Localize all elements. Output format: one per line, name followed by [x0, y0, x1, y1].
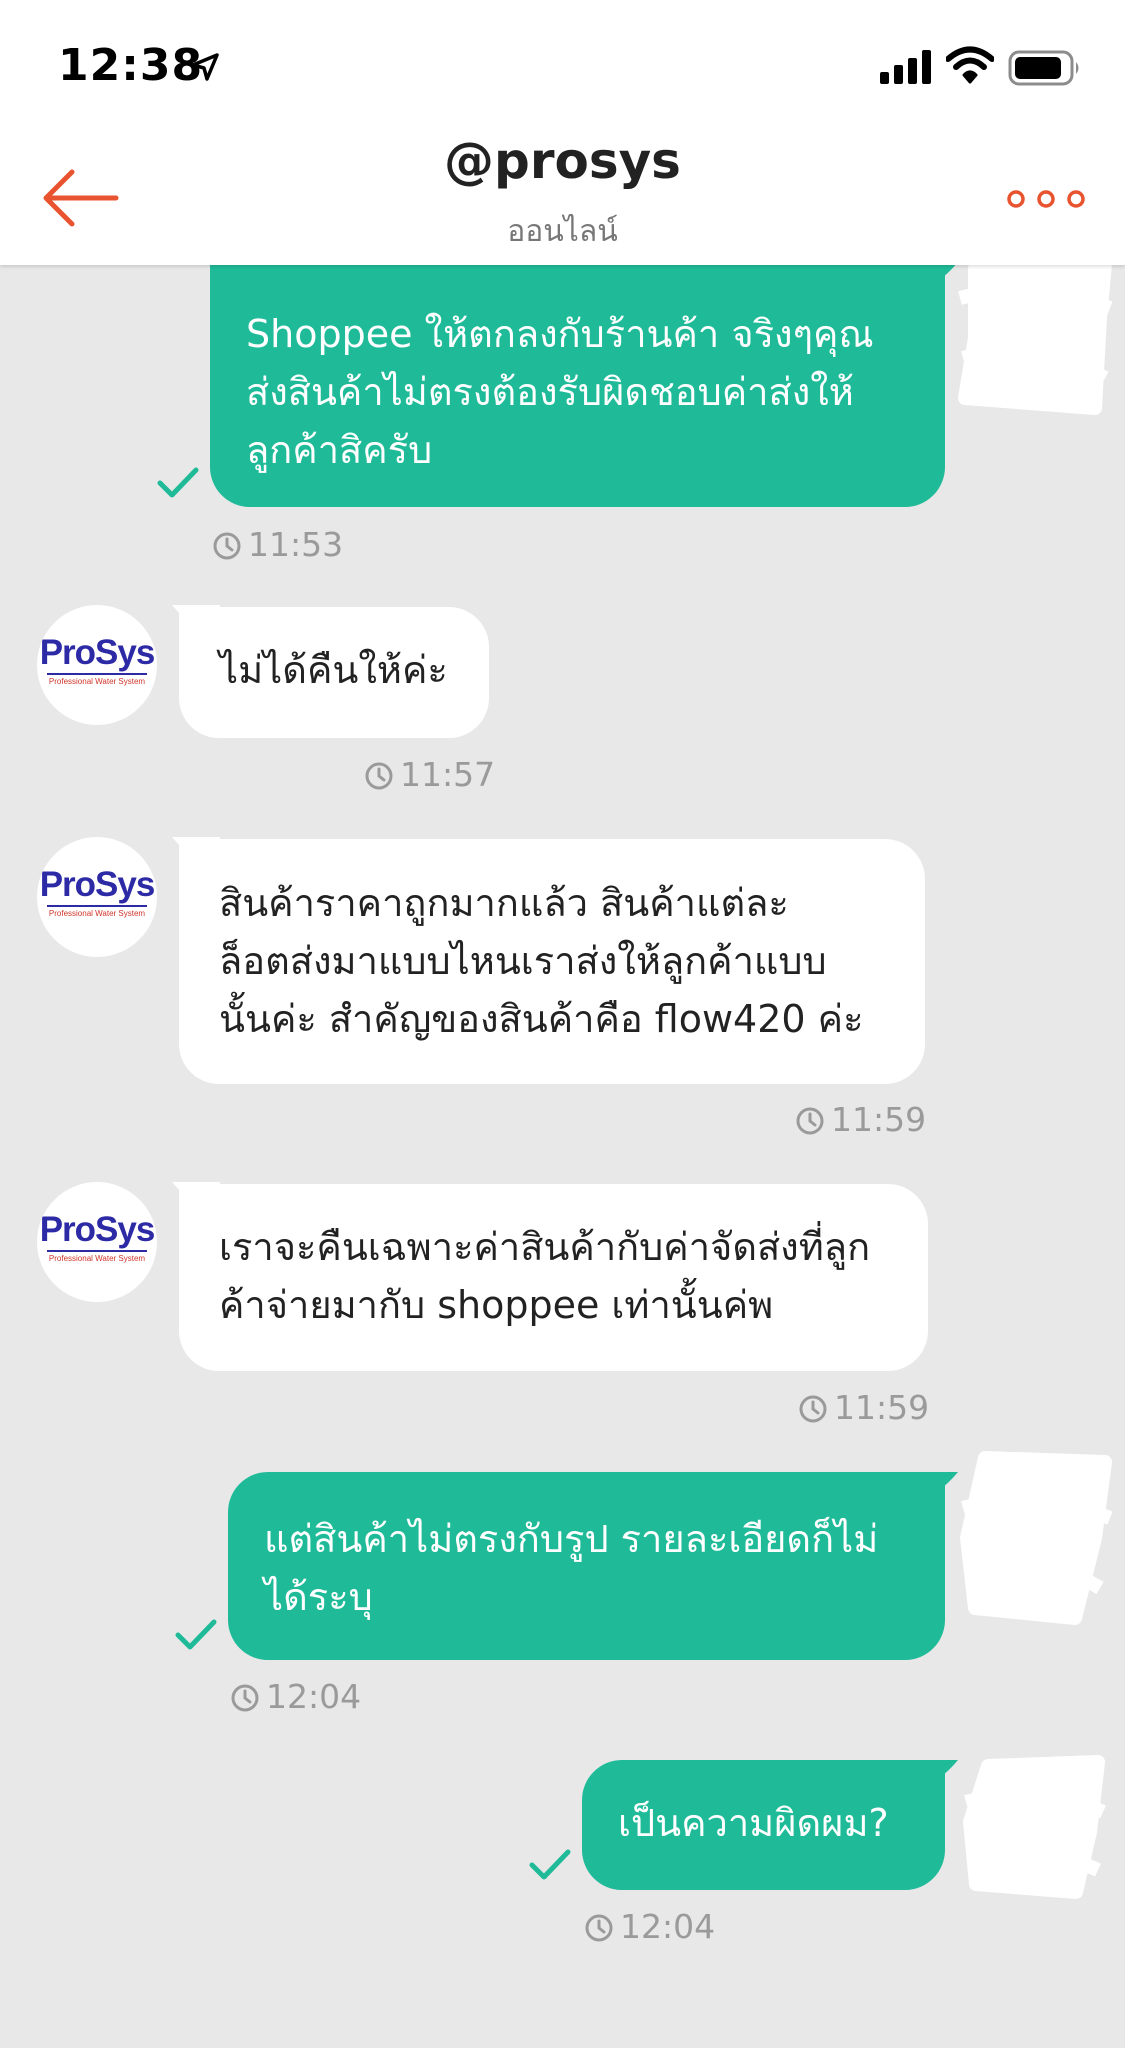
read-check-icon: [175, 1619, 217, 1650]
status-time: 12:38: [58, 40, 204, 91]
message-time: 11:57: [364, 755, 495, 795]
chat-header: @prosys ออนไลน์: [0, 130, 1125, 265]
clock-icon: [231, 1684, 259, 1712]
cellular-signal-icon: [880, 50, 931, 84]
read-check-icon: [529, 1849, 571, 1880]
redaction-scribble: [960, 1451, 1113, 1625]
message-time: 12:04: [230, 1677, 361, 1717]
message-text: เราจะคืนเฉพาะค่าสินค้ากับค่าจัดส่งที่ลูก…: [219, 1225, 871, 1327]
status-bar: 12:38: [0, 0, 1125, 130]
avatar[interactable]: ProSys Professional Water System: [37, 1182, 157, 1302]
avatar[interactable]: ProSys Professional Water System: [37, 837, 157, 957]
message-time: 11:59: [798, 1388, 929, 1428]
message-bubble[interactable]: Shoppee ให้ตกลงกับร้านค้า จริงๆคุณ ส่งสิ…: [210, 255, 945, 507]
message-bubble[interactable]: ไม่ได้คืนให้ค่ะ: [179, 607, 489, 738]
redaction-scribble: [963, 1755, 1106, 1899]
message-time: 11:59: [795, 1100, 926, 1140]
redaction-scribble: [958, 258, 1113, 415]
message-bubble[interactable]: สินค้าราคาถูกมากแล้ว สินค้าแต่ละ ล็อตส่ง…: [179, 839, 925, 1084]
avatar[interactable]: ProSys Professional Water System: [37, 605, 157, 725]
clock-icon: [213, 532, 241, 560]
online-status: ออนไลน์: [507, 214, 618, 249]
clock-icon: [585, 1914, 613, 1942]
clock-icon: [796, 1107, 824, 1135]
message-text: ไม่ได้คืนให้ค่ะ: [219, 648, 448, 692]
message-text: แต่สินค้าไม่ตรงกับรูป รายละเอียดก็ไม่ ได…: [264, 1517, 879, 1619]
message-time: 12:04: [584, 1907, 715, 1947]
location-arrow-icon: [191, 53, 219, 81]
clock-icon: [799, 1395, 827, 1423]
message-text: สินค้าราคาถูกมากแล้ว สินค้าแต่ละ ล็อตส่ง…: [219, 881, 864, 1041]
avatar-brand: ProSys: [39, 865, 156, 904]
message-bubble[interactable]: เป็นความผิดผม?: [582, 1760, 945, 1890]
read-check-icon: [157, 467, 199, 498]
wifi-icon: [946, 46, 994, 84]
message-bubble[interactable]: แต่สินค้าไม่ตรงกับรูป รายละเอียดก็ไม่ ได…: [228, 1472, 945, 1660]
message-time: 11:53: [212, 525, 343, 565]
page-title: @prosys: [444, 132, 681, 190]
message-bubble[interactable]: เราจะคืนเฉพาะค่าสินค้ากับค่าจัดส่งที่ลูก…: [179, 1184, 928, 1371]
message-text: Shoppee ให้ตกลงกับร้านค้า จริงๆคุณ ส่งสิ…: [246, 312, 874, 472]
avatar-tagline: Professional Water System: [48, 677, 146, 686]
avatar-tagline: Professional Water System: [48, 909, 146, 918]
avatar-tagline: Professional Water System: [48, 1254, 146, 1263]
avatar-brand: ProSys: [39, 1210, 156, 1249]
avatar-brand: ProSys: [39, 633, 156, 672]
battery-icon: [1008, 50, 1079, 86]
more-dots-icon[interactable]: [1004, 184, 1088, 214]
clock-icon: [365, 762, 393, 790]
message-text: เป็นความผิดผม?: [618, 1801, 889, 1845]
